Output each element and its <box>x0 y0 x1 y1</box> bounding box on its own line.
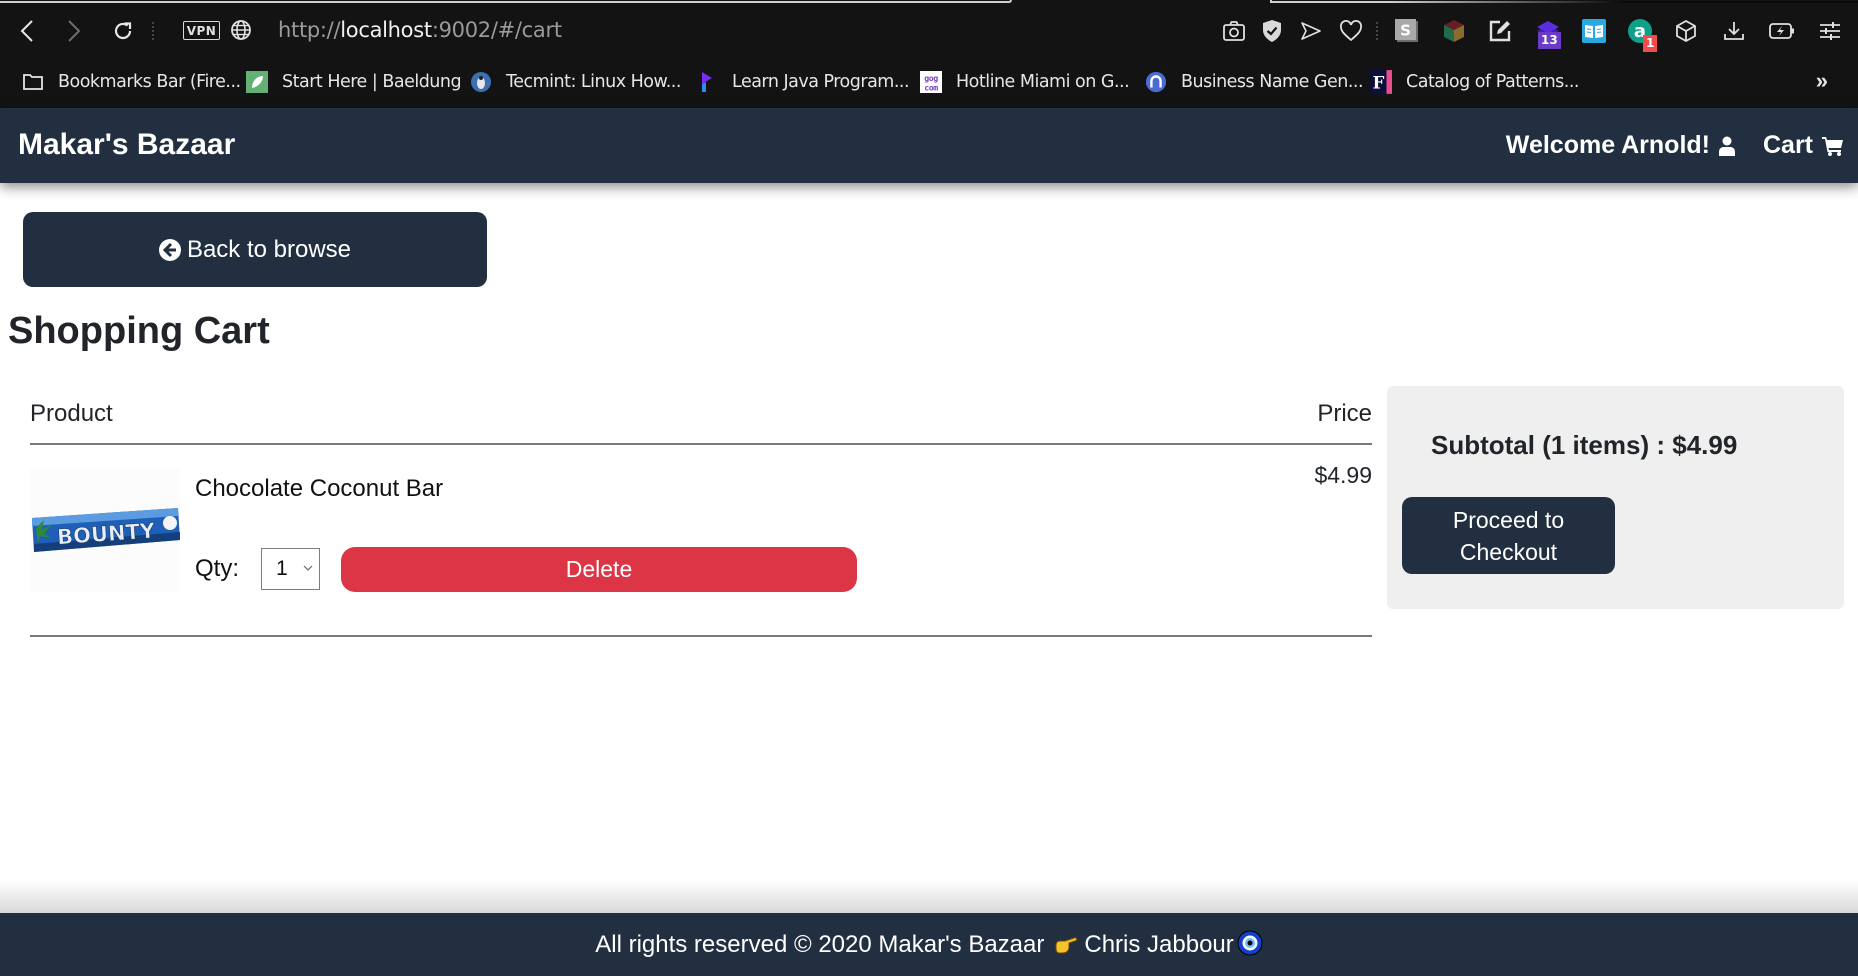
cart-link[interactable]: Cart <box>1763 131 1844 160</box>
back-nav-button[interactable] <box>10 14 44 48</box>
learn-java-icon <box>696 71 718 93</box>
bookmark-item[interactable]: Start Here | Baeldung <box>246 70 462 94</box>
app-navbar: Makar's Bazaar Welcome Arnold! Cart <box>0 108 1858 183</box>
item-price: $4.99 <box>1314 462 1372 488</box>
reload-icon <box>114 22 132 40</box>
user-icon <box>1718 136 1735 156</box>
heart-icon[interactable] <box>1338 18 1364 44</box>
tab-strip-edge <box>1270 0 1858 3</box>
footer-shadow <box>0 880 1858 913</box>
column-header-price: Price <box>1317 400 1372 427</box>
column-header-product: Product <box>30 400 113 427</box>
user-menu-link[interactable]: Welcome Arnold! <box>1506 131 1735 160</box>
page-title: Shopping Cart <box>8 310 270 352</box>
url-path: :9002/#/cart <box>431 18 562 42</box>
camera-icon[interactable] <box>1221 18 1247 44</box>
globe-icon <box>230 19 252 41</box>
bookmark-item[interactable]: Bookmarks Bar (Fire... <box>22 70 241 94</box>
chevron-right-icon <box>68 20 81 42</box>
address-bar[interactable]: http://localhost:9002/#/cart <box>278 18 562 42</box>
svg-text:F: F <box>1373 73 1385 92</box>
svg-text:com: com <box>924 82 938 92</box>
back-to-browse-button[interactable]: Back to browse <box>23 212 487 287</box>
copyright-text: All rights reserved © 2020 Makar's Bazaa… <box>595 930 1045 958</box>
product-name[interactable]: Chocolate Coconut Bar <box>195 475 443 503</box>
bookmark-item[interactable]: Learn Java Program... <box>696 70 910 94</box>
bookmark-label: Bookmarks Bar (Fire... <box>58 72 241 92</box>
battery-saver-icon[interactable] <box>1769 18 1795 44</box>
extension-badge: 1 <box>1643 35 1658 52</box>
bookmark-item[interactable]: gog com Hotline Miami on G... <box>920 70 1130 94</box>
shield-check-icon[interactable] <box>1259 18 1285 44</box>
back-button-label: Back to browse <box>186 235 352 263</box>
arrow-circle-left-icon <box>158 238 181 261</box>
svg-text:S: S <box>1400 22 1411 40</box>
proceed-to-checkout-button[interactable]: Proceed to Checkout <box>1402 497 1615 574</box>
box-icon[interactable] <box>1673 18 1699 44</box>
bookmarks-bar: Bookmarks Bar (Fire... Start Here | Bael… <box>0 62 1858 102</box>
s-extension-icon[interactable]: S <box>1394 18 1420 44</box>
folder-icon <box>22 71 44 93</box>
url-host: localhost <box>340 18 432 42</box>
pointing-hand-icon <box>1054 933 1080 962</box>
bookmark-label: Start Here | Baeldung <box>282 72 462 92</box>
edit-note-icon[interactable] <box>1487 18 1513 44</box>
quantity-select[interactable]: 1 <box>261 548 320 590</box>
table-divider <box>30 443 1372 445</box>
subtotal-text: Subtotal (1 items) : $4.99 <box>1431 430 1738 460</box>
baeldung-icon <box>246 71 268 93</box>
chevron-left-icon <box>20 20 33 42</box>
extension-badge: 13 <box>1538 32 1561 49</box>
url-scheme: http:// <box>278 18 341 42</box>
bookmark-label: Business Name Gen... <box>1181 72 1364 92</box>
footer: All rights reserved © 2020 Makar's Bazaa… <box>0 913 1858 976</box>
bookmark-label: Catalog of Patterns... <box>1406 72 1579 92</box>
bookmark-item[interactable]: Tecmint: Linux How... <box>470 70 681 94</box>
delete-button[interactable]: Delete <box>341 547 857 592</box>
tecmint-icon <box>470 71 492 93</box>
brand-logo[interactable]: Makar's Bazaar <box>18 128 235 162</box>
welcome-text: Welcome Arnold! <box>1505 131 1710 159</box>
cart-label: Cart <box>1762 131 1813 159</box>
bookmark-item[interactable]: F Catalog of Patterns... <box>1370 70 1579 94</box>
navbar-links: Welcome Arnold! Cart <box>1506 131 1844 160</box>
chevron-down-icon <box>303 565 313 571</box>
send-icon[interactable] <box>1298 18 1324 44</box>
toolbar-separator <box>1376 22 1378 40</box>
vpn-button[interactable]: VPN <box>183 21 220 40</box>
bookmark-label: Hotline Miami on G... <box>956 72 1130 92</box>
reload-button[interactable] <box>106 14 140 48</box>
settings-sliders-icon[interactable] <box>1817 18 1843 44</box>
browser-chrome: VPN http://localhost:9002/#/cart S 13 a … <box>0 0 1858 108</box>
bookmark-item[interactable]: Business Name Gen... <box>1145 70 1364 94</box>
tab-strip-edge <box>0 0 1012 3</box>
author-link[interactable]: Chris Jabbour <box>1084 931 1233 959</box>
gog-icon: gog com <box>920 71 942 93</box>
order-summary: Subtotal (1 items) : $4.99 Proceed to Ch… <box>1387 386 1844 609</box>
quantity-value: 1 <box>276 557 288 580</box>
cube-extension-icon[interactable] <box>1441 18 1467 44</box>
business-name-icon <box>1145 71 1167 93</box>
more-bookmarks-button[interactable]: » <box>1816 68 1828 94</box>
reader-icon[interactable] <box>1581 18 1607 44</box>
product-image[interactable]: BOUNTY <box>30 468 180 592</box>
toolbar-separator <box>152 22 154 40</box>
qty-label: Qty: <box>195 555 240 582</box>
table-divider <box>30 635 1372 637</box>
shopping-cart-icon <box>1822 136 1843 156</box>
forward-nav-button[interactable] <box>57 14 91 48</box>
fowler-icon: F <box>1370 70 1392 94</box>
bookmark-label: Tecmint: Linux How... <box>506 72 681 92</box>
download-icon[interactable] <box>1721 18 1747 44</box>
bookmark-label: Learn Java Program... <box>732 72 910 92</box>
nazar-eye-icon <box>1237 930 1263 963</box>
